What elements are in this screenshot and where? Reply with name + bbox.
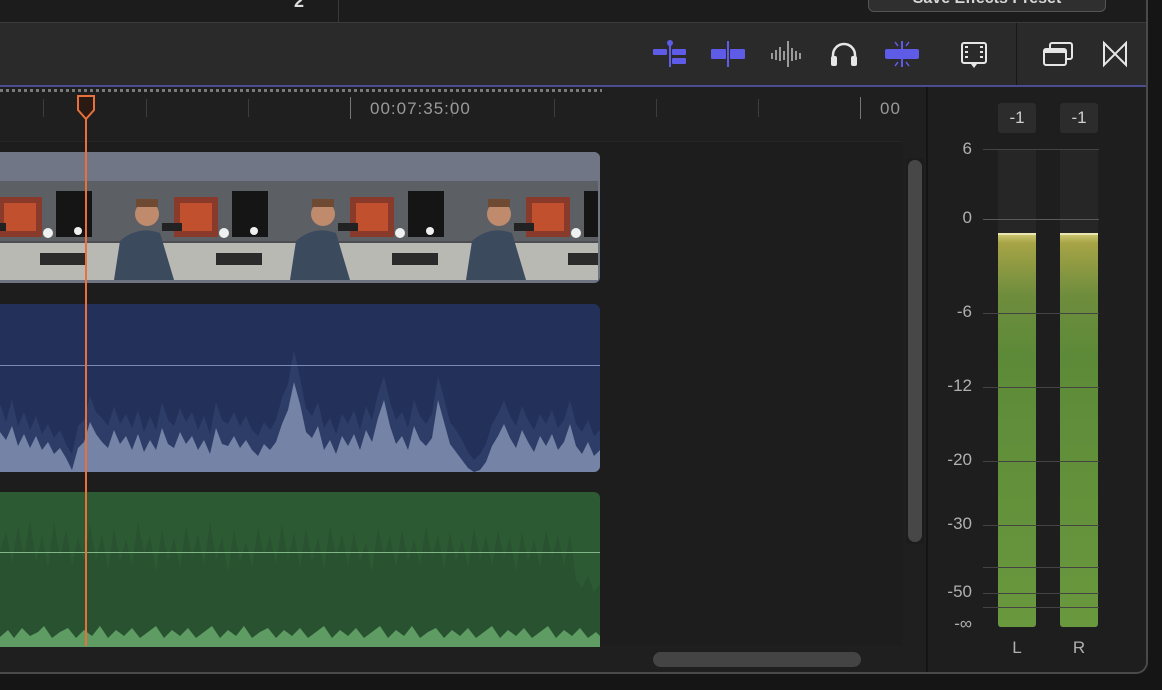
- ruler-timecode: 00: [880, 99, 901, 118]
- transition-icon[interactable]: [1095, 39, 1135, 69]
- film-strip-icon[interactable]: [954, 39, 994, 69]
- dialogue-waveform: [0, 350, 600, 472]
- time-ruler[interactable]: 00:07:35:00 00: [0, 87, 902, 142]
- vertical-scroll-thumb[interactable]: [908, 160, 922, 542]
- meter-scale-label: -6: [956, 302, 972, 321]
- ruler-tick: [758, 99, 759, 117]
- channel-label-left: L: [1012, 638, 1022, 657]
- meter-gridline: [983, 593, 1099, 594]
- meter-scale-label: -∞: [954, 614, 972, 633]
- skimming-icon[interactable]: [882, 39, 922, 69]
- top-bar-glyph: 2: [294, 0, 305, 11]
- meter-gridline: [983, 219, 1099, 220]
- dialogue-audio-clip[interactable]: [0, 304, 600, 472]
- meter-scale-label: 6: [962, 139, 972, 158]
- top-bar: 2 Save Effects Preset: [0, 0, 1146, 23]
- ruler-tick: [350, 97, 351, 119]
- meter-scale-label: -50: [947, 582, 972, 601]
- meter-gridline: [983, 567, 1099, 568]
- meter-scale-label: -12: [947, 376, 972, 395]
- meter-scale-label: -30: [947, 514, 972, 533]
- meter-gridline: [983, 607, 1099, 608]
- video-clip[interactable]: [0, 152, 600, 283]
- channel-label-right: R: [1072, 638, 1086, 657]
- ruler-tick: [43, 99, 44, 117]
- meter-gridline: [983, 149, 1099, 150]
- music-waveform: [0, 520, 600, 647]
- window-icon[interactable]: [1038, 39, 1078, 69]
- ruler-tick: [554, 99, 555, 117]
- timeline-toolbar: [0, 23, 1146, 87]
- clip-appearance-icon[interactable]: [650, 39, 690, 69]
- meter-gridline: [983, 525, 1099, 526]
- playhead-handle-icon[interactable]: [77, 95, 95, 121]
- video-clip-header: [0, 152, 600, 180]
- ruler-tick: [146, 99, 147, 117]
- meter-bar-left: [998, 149, 1036, 627]
- snapping-icon[interactable]: [708, 39, 748, 69]
- timeline[interactable]: 00:07:35:00 00: [0, 87, 902, 647]
- audio-meters-panel: -1 -1 6 0 -6 -12 -20 -30 -50 -∞ L R: [926, 87, 1146, 672]
- music-audio-clip[interactable]: [0, 492, 600, 647]
- music-volume-line[interactable]: [0, 552, 600, 553]
- playhead[interactable]: [85, 98, 87, 646]
- meter-gridline: [983, 461, 1099, 462]
- ruler-tick: [860, 97, 861, 119]
- peak-readout-right: -1: [1060, 103, 1098, 133]
- meter-gridline: [983, 313, 1099, 314]
- top-bar-divider: [338, 0, 339, 22]
- meter-scale-label: 0: [962, 208, 972, 227]
- solo-headphones-icon[interactable]: [824, 39, 864, 69]
- ruler-timecode: 00:07:35:00: [370, 99, 471, 118]
- peak-readout-left: -1: [998, 103, 1036, 133]
- timeline-horizontal-scrollbar[interactable]: [653, 652, 861, 667]
- app-window: 2 Save Effects Preset: [0, 0, 1148, 674]
- ruler-tick: [656, 99, 657, 117]
- ruler-tick: [248, 99, 249, 117]
- toolbar-divider: [1016, 23, 1017, 85]
- timeline-vertical-scrollbar[interactable]: [906, 158, 924, 544]
- meter-gridline: [983, 387, 1099, 388]
- meter-scale-label: -20: [947, 450, 972, 469]
- dialogue-volume-line[interactable]: [0, 365, 600, 366]
- meter-bar-right: [1060, 149, 1098, 627]
- audio-skimming-icon[interactable]: [767, 39, 807, 69]
- save-effects-preset-button[interactable]: Save Effects Preset: [868, 0, 1106, 12]
- video-filmstrip: [0, 181, 598, 280]
- ruler-range-dots: [0, 89, 602, 92]
